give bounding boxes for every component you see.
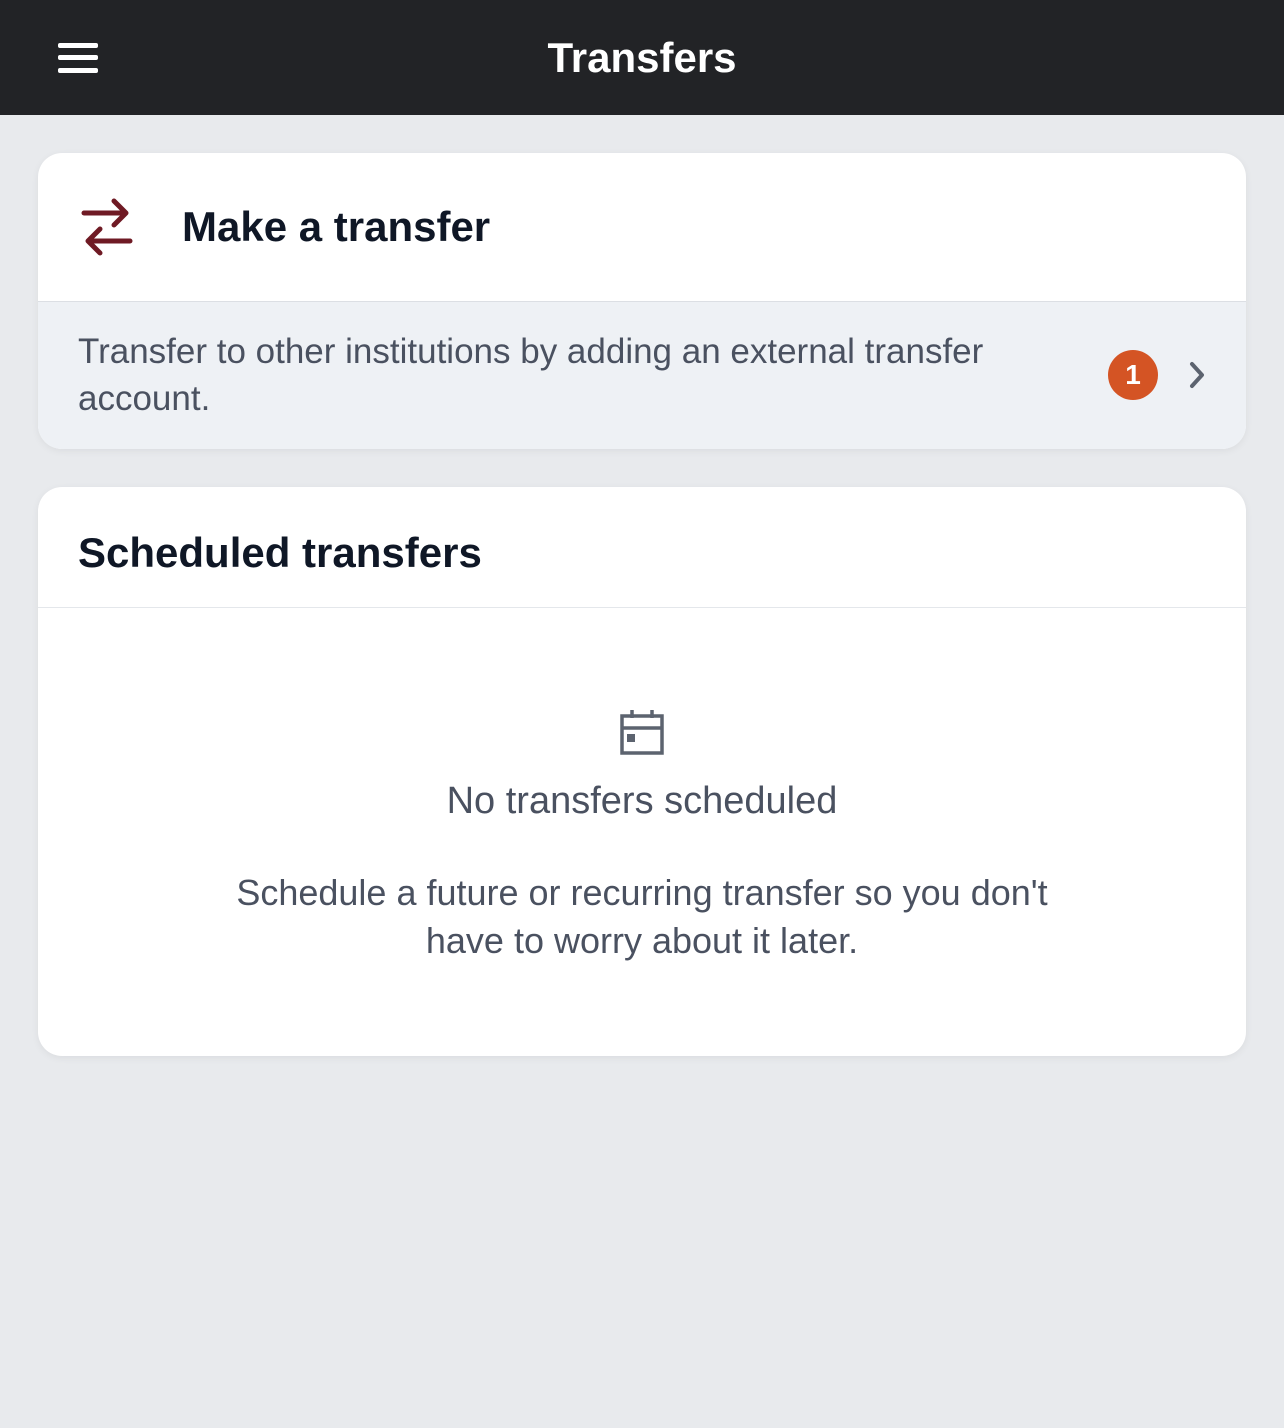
chevron-right-icon — [1188, 360, 1206, 390]
calendar-icon — [619, 708, 665, 756]
make-transfer-card: Make a transfer Transfer to other instit… — [38, 153, 1246, 449]
external-transfer-text: Transfer to other institutions by adding… — [78, 328, 1088, 423]
page-title: Transfers — [547, 34, 736, 82]
scheduled-transfers-header: Scheduled transfers — [38, 487, 1246, 608]
app-header: Transfers — [0, 0, 1284, 115]
scheduled-transfers-title: Scheduled transfers — [78, 529, 1206, 577]
content-area: Make a transfer Transfer to other instit… — [0, 115, 1284, 1132]
scheduled-empty-state: No transfers scheduled Schedule a future… — [38, 608, 1246, 1056]
notification-badge: 1 — [1108, 350, 1158, 400]
scheduled-transfers-card: Scheduled transfers No transfers schedul… — [38, 487, 1246, 1056]
swap-arrows-icon — [78, 195, 136, 259]
empty-state-title: No transfers scheduled — [98, 780, 1186, 823]
menu-button[interactable] — [58, 43, 98, 73]
external-transfer-row[interactable]: Transfer to other institutions by adding… — [38, 301, 1246, 449]
empty-state-description: Schedule a future or recurring transfer … — [232, 869, 1052, 966]
make-transfer-header[interactable]: Make a transfer — [38, 153, 1246, 301]
make-transfer-title: Make a transfer — [182, 203, 490, 251]
